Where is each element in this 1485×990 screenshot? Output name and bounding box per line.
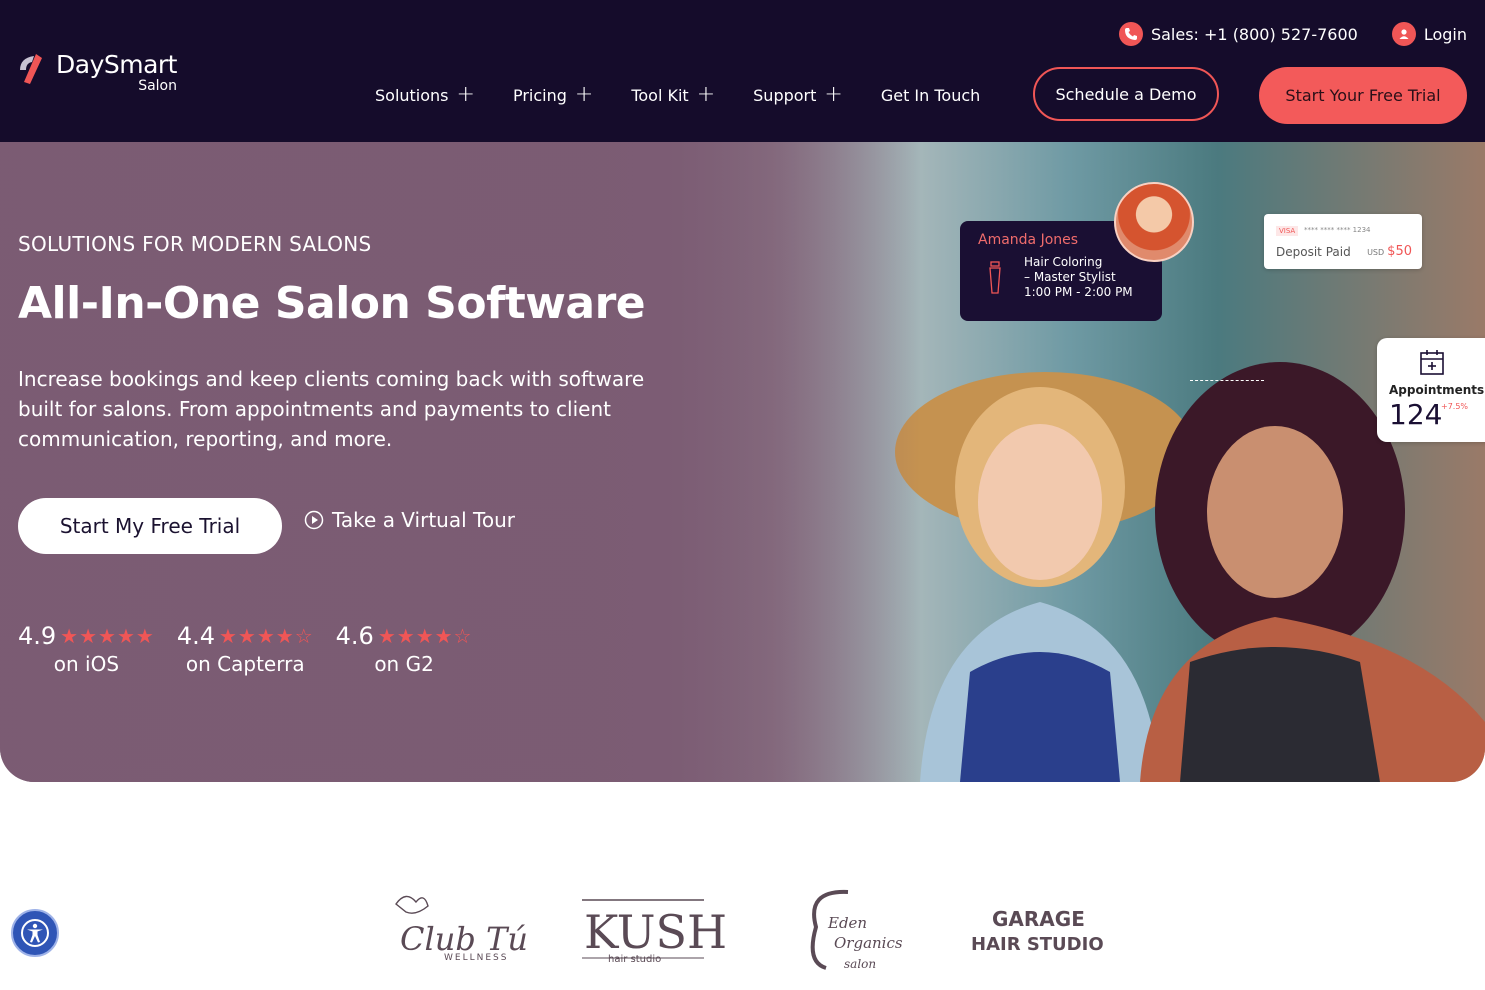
rating-capterra: 4.4 ★★★★☆ on Capterra xyxy=(177,622,314,676)
nav-item-label: Get In Touch xyxy=(880,85,981,105)
nav-item-label: Tool Kit xyxy=(631,85,689,105)
start-free-trial-button[interactable]: Start Your Free Trial xyxy=(1259,67,1467,124)
hair-dye-tube-icon xyxy=(989,261,1001,294)
nav-item-label: Solutions xyxy=(375,85,449,105)
login-text: Login xyxy=(1423,24,1467,44)
hero-subtext: Increase bookings and keep clients comin… xyxy=(18,367,645,451)
virtual-tour-label: Take a Virtual Tour xyxy=(332,508,515,532)
stats-delta: +7.5% xyxy=(1441,402,1469,411)
deposit-value: $50 xyxy=(1387,244,1412,259)
nav-item-pricing[interactable]: Pricing + xyxy=(513,84,593,106)
kush-text: KUSH xyxy=(584,905,727,959)
plus-icon: + xyxy=(456,82,475,107)
nav-item-support[interactable]: Support + xyxy=(753,84,843,106)
plus-icon: + xyxy=(696,82,716,107)
nav-item-get-in-touch[interactable]: Get In Touch xyxy=(881,86,980,105)
hero-headline: All-In-One Salon Software xyxy=(18,278,646,329)
daysmart-logo[interactable]: DaySmart Salon xyxy=(18,50,178,94)
main-nav: Solutions + Pricing + Tool Kit + Support… xyxy=(375,84,980,106)
garage-hair-studio-logo: GARAGE HAIR STUDIO xyxy=(971,907,1104,955)
rating-score: 4.9 xyxy=(18,622,57,650)
stats-label: Appointments xyxy=(1389,383,1485,397)
rating-g2: 4.6 ★★★★☆ on G2 xyxy=(336,622,473,676)
club-tu-logo: Club Tú WELLNESS xyxy=(395,895,528,963)
appointment-time: 1:00 PM - 2:00 PM xyxy=(1024,285,1133,299)
star-rating-icon: ★★★★☆ xyxy=(377,624,473,648)
calendar-icon xyxy=(1420,350,1444,375)
salon-text: salon xyxy=(844,957,876,971)
rating-score: 4.6 xyxy=(335,622,374,650)
user-icon xyxy=(1391,22,1416,46)
hair-studio-text: HAIR STUDIO xyxy=(971,934,1104,955)
stats-value: 124 xyxy=(1389,398,1443,431)
rating-ios: 4.9 ★★★★★ on iOS xyxy=(18,622,155,676)
rating-label: on iOS xyxy=(53,652,120,676)
hero-eyebrow: SOLUTIONS FOR MODERN SALONS xyxy=(18,232,372,256)
virtual-tour-link[interactable]: Take a Virtual Tour xyxy=(304,508,515,532)
accessibility-button[interactable] xyxy=(11,909,59,957)
organics-text: Organics xyxy=(834,934,903,952)
client-avatar xyxy=(1114,182,1194,262)
appointment-service: Hair Coloring – Master Stylist 1:00 PM -… xyxy=(1024,255,1133,300)
card-connector-line xyxy=(1190,380,1264,381)
rating-label: on G2 xyxy=(374,652,434,676)
top-utility-bar: Sales: +1 (800) 527-7600 Login xyxy=(1118,22,1467,46)
deposit-label: Deposit Paid xyxy=(1276,245,1351,259)
deposit-currency: USD xyxy=(1367,248,1385,257)
card-number: **** **** **** 1234 xyxy=(1304,226,1371,234)
nav-item-toolkit[interactable]: Tool Kit + xyxy=(631,84,715,106)
ratings-row: 4.9 ★★★★★ on iOS 4.4 ★★★★☆ on Capterra 4… xyxy=(18,622,472,676)
site-header: DaySmart Salon Sales: +1 (800) 527-7600 … xyxy=(0,0,1485,142)
schedule-demo-button[interactable]: Schedule a Demo xyxy=(1033,67,1219,121)
plus-icon: + xyxy=(824,82,843,107)
star-rating-icon: ★★★★☆ xyxy=(219,624,314,648)
nav-item-solutions[interactable]: Solutions + xyxy=(375,84,475,106)
nav-item-label: Support xyxy=(753,85,817,105)
appointment-service-line: Hair Coloring xyxy=(1024,255,1103,269)
appointment-client-name: Amanda Jones xyxy=(978,232,1079,248)
start-my-free-trial-button[interactable]: Start My Free Trial xyxy=(18,498,282,554)
daysmart-logo-icon xyxy=(20,54,42,84)
play-circle-icon xyxy=(304,510,324,530)
rating-label: on Capterra xyxy=(185,652,305,676)
visa-badge: VISA xyxy=(1276,226,1299,236)
brand-sub: Salon xyxy=(138,78,177,94)
garage-text: GARAGE xyxy=(992,907,1085,931)
accessibility-icon xyxy=(21,919,49,947)
deposit-card: VISA **** **** **** 1234 Deposit Paid US… xyxy=(1264,214,1422,269)
hero-section: SOLUTIONS FOR MODERN SALONS All-In-One S… xyxy=(0,142,1485,782)
eden-text: Eden xyxy=(827,914,867,932)
sales-phone-text: Sales: +1 (800) 527-7600 xyxy=(1150,24,1358,44)
plus-icon: + xyxy=(574,82,594,107)
nav-item-label: Pricing xyxy=(512,85,567,105)
appointments-stats-card: Appointments 124 +7.5% xyxy=(1377,338,1485,442)
brand-name: DaySmart xyxy=(56,50,178,79)
club-tu-sub: WELLNESS xyxy=(444,953,508,963)
star-rating-icon: ★★★★★ xyxy=(60,624,155,648)
kush-logo: KUSH hair studio xyxy=(582,899,727,965)
deposit-amount: USD $50 xyxy=(1367,244,1412,259)
client-logos-row: Club Tú WELLNESS KUSH hair studio Eden O… xyxy=(395,889,1104,971)
eden-organics-logo: Eden Organics salon xyxy=(810,889,903,971)
login-link[interactable]: Login xyxy=(1391,22,1467,46)
phone-icon xyxy=(1118,22,1143,46)
kush-sub: hair studio xyxy=(608,954,661,965)
rating-score: 4.4 xyxy=(176,622,215,650)
appointment-service-line: – Master Stylist xyxy=(1024,270,1116,284)
sales-phone-link[interactable]: Sales: +1 (800) 527-7600 xyxy=(1118,22,1358,46)
